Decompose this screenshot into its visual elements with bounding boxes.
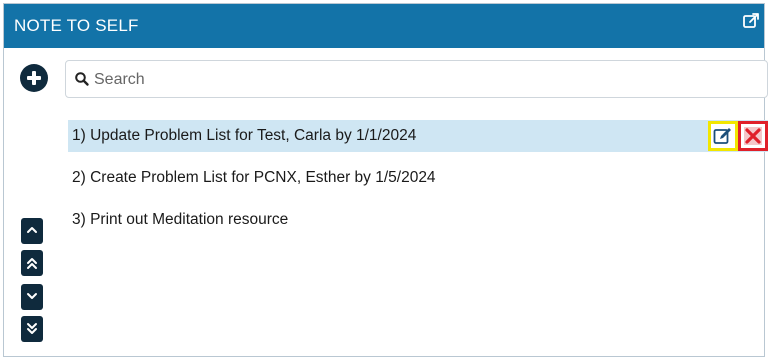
add-note-button[interactable] bbox=[20, 64, 48, 92]
edit-icon bbox=[713, 128, 731, 144]
panel-header: NOTE TO SELF bbox=[4, 4, 764, 48]
note-to-self-panel: NOTE TO SELF 1) Update Problem List for … bbox=[3, 3, 768, 357]
delete-note-button[interactable] bbox=[738, 121, 768, 151]
external-link-icon[interactable] bbox=[742, 12, 760, 30]
note-item-label: 1) Update Problem List for Test, Carla b… bbox=[72, 127, 417, 144]
note-item-1[interactable]: 1) Update Problem List for Test, Carla b… bbox=[68, 120, 768, 152]
double-chevron-up-icon bbox=[27, 258, 37, 269]
search-input[interactable] bbox=[92, 62, 763, 98]
notes-list: 1) Update Problem List for Test, Carla b… bbox=[68, 120, 768, 246]
chevron-down-icon bbox=[27, 293, 37, 299]
note-item-label: 2) Create Problem List for PCNX, Esther … bbox=[72, 169, 436, 186]
chevron-up-icon bbox=[27, 227, 37, 233]
note-item-2[interactable]: 2) Create Problem List for PCNX, Esther … bbox=[68, 162, 768, 194]
move-down-button[interactable] bbox=[21, 284, 43, 310]
plus-circle-icon bbox=[27, 71, 41, 85]
move-bottom-button[interactable] bbox=[21, 316, 43, 342]
edit-note-button[interactable] bbox=[708, 121, 738, 151]
panel-title: NOTE TO SELF bbox=[14, 16, 139, 35]
move-up-button[interactable] bbox=[21, 218, 43, 244]
search-field[interactable] bbox=[65, 60, 768, 98]
note-item-3[interactable]: 3) Print out Meditation resource bbox=[68, 204, 768, 236]
double-chevron-down-icon bbox=[27, 323, 37, 334]
note-item-label: 3) Print out Meditation resource bbox=[72, 211, 289, 228]
search-icon bbox=[75, 72, 89, 86]
delete-icon bbox=[744, 127, 762, 145]
move-top-button[interactable] bbox=[21, 250, 43, 276]
